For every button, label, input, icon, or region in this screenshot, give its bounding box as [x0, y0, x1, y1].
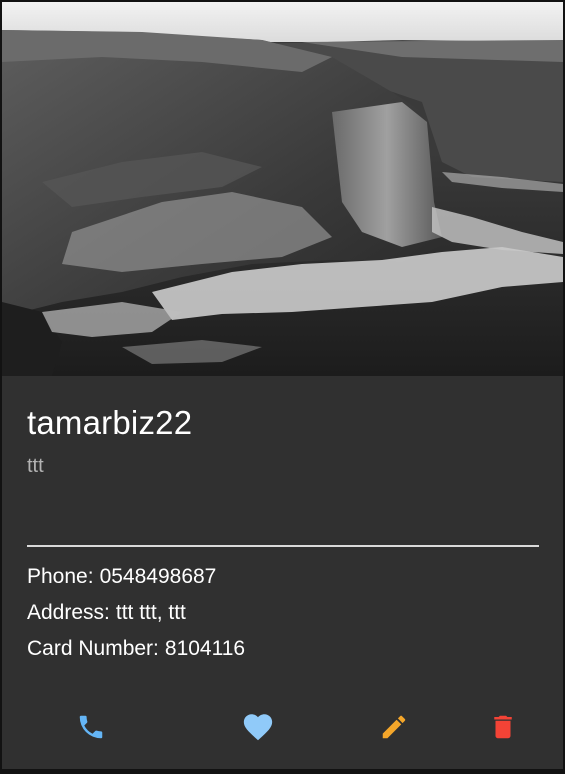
trash-icon	[494, 715, 512, 739]
phone-line: Phone: 0548498687	[27, 565, 216, 589]
address-label: Address:	[27, 601, 110, 624]
address-line: Address: ttt ttt, ttt	[27, 601, 186, 625]
edit-button[interactable]	[372, 705, 416, 749]
card-actions	[2, 705, 563, 755]
favorite-button[interactable]	[236, 705, 280, 749]
phone-icon	[79, 715, 103, 739]
pencil-icon	[382, 715, 406, 739]
phone-label: Phone:	[27, 565, 94, 588]
address-value: ttt ttt, ttt	[115, 601, 186, 624]
business-card: tamarbiz22 ttt Phone: 0548498687 Address:…	[2, 2, 563, 769]
card-number-line: Card Number: 8104116	[27, 637, 245, 661]
card-number-value: 8104116	[164, 637, 246, 660]
card-subtitle: ttt	[27, 455, 44, 477]
card-number-label: Card Number:	[27, 637, 159, 660]
card-image	[2, 2, 563, 376]
divider	[27, 545, 539, 547]
call-button[interactable]	[69, 705, 113, 749]
phone-value: 0548498687	[99, 565, 217, 588]
delete-button[interactable]	[481, 705, 525, 749]
card-title: tamarbiz22	[27, 404, 193, 441]
heart-icon	[243, 714, 273, 741]
